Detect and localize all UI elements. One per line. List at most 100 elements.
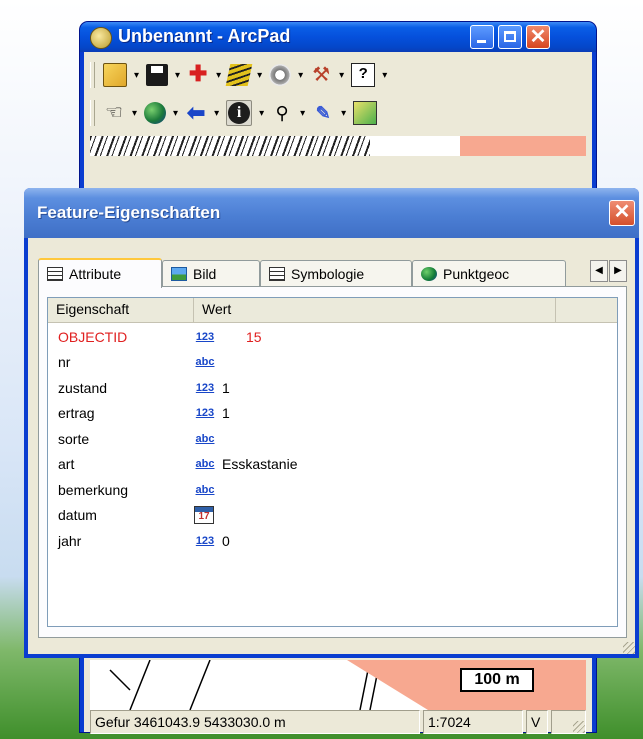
list-item[interactable]: ertrag 123 1 [48, 401, 617, 427]
add-dropdown-icon[interactable]: ▾ [216, 70, 221, 81]
property-value: 1 [222, 405, 230, 422]
layers-dropdown-icon[interactable]: ▾ [257, 70, 262, 81]
property-value-cell: abc Esskastanie [194, 456, 298, 473]
property-name: bemerkung [58, 481, 129, 498]
numeric-type-icon: 123 [195, 534, 215, 547]
tab-label: Bild [193, 265, 217, 282]
add-point-icon[interactable]: ✚ [187, 63, 209, 86]
tab-punktgeo[interactable]: Punktgeoc [412, 260, 566, 286]
numeric-type-icon: 123 [195, 330, 215, 343]
close-button[interactable]: ✕ [526, 25, 550, 49]
tab-attribute[interactable]: Attribute [38, 258, 162, 288]
attribute-table-icon [47, 267, 63, 281]
identify-button[interactable]: i [226, 100, 253, 126]
property-value: 15 [246, 328, 262, 345]
symbology-icon [269, 266, 285, 281]
property-value-cell: 123 0 [194, 533, 230, 549]
pan-hand-icon[interactable]: ☜ [103, 102, 125, 124]
column-header-wert[interactable]: Wert [194, 298, 556, 322]
status-coord-value: 3461043.9 5433030.0 m [133, 714, 286, 730]
tab-bild[interactable]: Bild [162, 260, 260, 286]
dialog-title: Feature-Eigenschaften [37, 203, 221, 222]
toolbar-grip[interactable] [90, 62, 95, 88]
edit-pencil-icon[interactable]: ✎ [312, 102, 334, 124]
property-name: ertrag [58, 405, 95, 422]
list-item[interactable]: OBJECTID 123 15 [48, 324, 617, 350]
list-item[interactable]: sorte abc [48, 426, 617, 452]
help-dropdown-icon[interactable]: ▾ [382, 70, 387, 81]
map-hatch-area [90, 136, 370, 156]
list-item[interactable]: bemerkung abc [48, 477, 617, 503]
property-value-cell: abc [194, 483, 222, 497]
scroll-right-icon[interactable]: ▶ [609, 260, 627, 282]
list-item[interactable]: zustand 123 1 [48, 375, 617, 401]
status-coordinates: Gefur 3461043.9 5433030.0 m [90, 710, 420, 734]
numeric-type-icon: 123 [195, 407, 215, 420]
tools-icon[interactable]: ⚒ [310, 64, 332, 86]
identify-info-icon: i [228, 102, 251, 124]
numeric-type-icon: 123 [195, 381, 215, 394]
list-item[interactable]: nr abc [48, 350, 617, 376]
map-view-bottom[interactable]: 100 m [90, 660, 586, 710]
identify-dropdown-icon[interactable]: ▾ [259, 108, 264, 119]
maximize-icon [504, 31, 516, 42]
property-value-cell: 17 [194, 506, 220, 525]
text-type-icon: abc [195, 356, 215, 369]
gps-icon[interactable] [269, 64, 292, 86]
tab-symbologie[interactable]: Symbologie [260, 260, 412, 286]
dialog-resize-grip-icon[interactable] [623, 642, 635, 654]
resize-grip-icon[interactable] [573, 721, 585, 733]
open-folder-icon[interactable] [103, 63, 127, 87]
property-name: nr [58, 354, 71, 371]
back-arrow-icon[interactable]: ⬅ [185, 102, 207, 124]
find-dropdown-icon[interactable]: ▾ [300, 108, 305, 119]
arcpad-titlebar[interactable]: Unbenannt - ArcPad ✕ [80, 22, 596, 52]
dialog-titlebar[interactable]: Feature-Eigenschaften ✕ [24, 188, 639, 238]
text-type-icon: abc [195, 458, 215, 471]
edit-dropdown-icon[interactable]: ▾ [341, 108, 346, 119]
minimize-button[interactable] [470, 25, 494, 49]
calendar-icon: 17 [194, 506, 214, 525]
list-item[interactable]: jahr 123 0 [48, 528, 617, 554]
status-scale: 1:7024 [423, 710, 523, 734]
text-type-icon: abc [195, 432, 215, 445]
text-type-icon: abc [195, 483, 215, 496]
save-dropdown-icon[interactable]: ▾ [175, 70, 180, 81]
refresh-icon[interactable] [353, 101, 378, 125]
feature-properties-dialog: Feature-Eigenschaften ✕ Attribute Bild S… [24, 188, 639, 658]
toolbar-grip[interactable] [90, 100, 95, 126]
maximize-button[interactable] [498, 25, 522, 49]
map-view-top[interactable] [90, 136, 586, 156]
list-item[interactable]: art abc Esskastanie [48, 452, 617, 478]
tools-dropdown-icon[interactable]: ▾ [339, 70, 344, 81]
status-grip[interactable] [551, 710, 586, 734]
back-dropdown-icon[interactable]: ▾ [214, 108, 219, 119]
property-name: sorte [58, 430, 90, 447]
open-dropdown-icon[interactable]: ▾ [134, 70, 139, 81]
layers-icon[interactable] [225, 64, 253, 86]
property-name: OBJECTID [58, 328, 128, 345]
column-header-eigenschaft[interactable]: Eigenschaft [48, 298, 194, 322]
globe-icon [421, 266, 437, 281]
status-mode: V [526, 710, 548, 734]
property-value-cell: 123 15 [194, 329, 262, 345]
attribute-list[interactable]: Eigenschaft Wert OBJECTID 123 15 nr abc … [47, 297, 618, 627]
list-item[interactable]: datum 17 [48, 503, 617, 529]
tab-strip: Attribute Bild Symbologie Punktgeoc ◀ ▶ [38, 258, 627, 288]
pan-dropdown-icon[interactable]: ▾ [132, 108, 137, 119]
globe-icon[interactable] [144, 102, 167, 124]
save-icon[interactable] [146, 64, 169, 86]
gps-dropdown-icon[interactable]: ▾ [298, 70, 303, 81]
property-value-cell: abc [194, 432, 222, 446]
property-value: Esskastanie [222, 456, 298, 473]
scale-bar: 100 m [460, 668, 534, 692]
help-icon[interactable]: ? [351, 63, 376, 87]
arcpad-app-icon [90, 27, 112, 49]
tab-label: Punktgeoc [443, 265, 510, 282]
list-rows: OBJECTID 123 15 nr abc zustand 123 1 ert… [48, 324, 617, 554]
toolbar-main: ▾ ▾ ✚ ▾ ▾ ▾ ⚒ ▾ ? ▾ [90, 58, 586, 92]
dialog-close-button[interactable]: ✕ [609, 200, 635, 226]
scroll-left-icon[interactable]: ◀ [590, 260, 608, 282]
find-binoculars-icon[interactable]: ⚲ [271, 102, 293, 124]
globe-dropdown-icon[interactable]: ▾ [173, 108, 178, 119]
